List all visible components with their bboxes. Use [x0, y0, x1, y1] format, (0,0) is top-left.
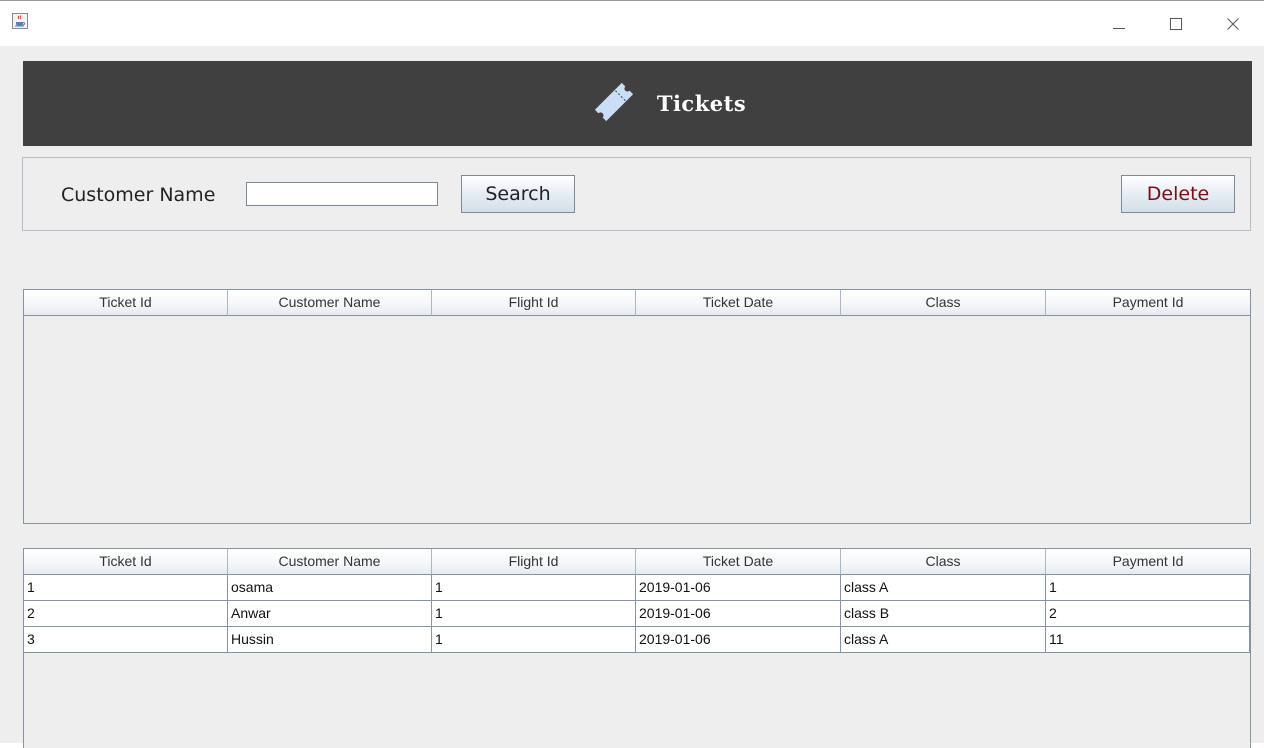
search-panel: Customer Name Search Delete: [22, 157, 1251, 231]
customer-name-input[interactable]: [246, 182, 438, 206]
search-results-table[interactable]: Ticket Id Customer Name Flight Id Ticket…: [23, 289, 1251, 524]
cell-flight-id[interactable]: 1: [432, 601, 636, 627]
column-header-customer-name[interactable]: Customer Name: [228, 549, 432, 575]
column-header-ticket-id[interactable]: Ticket Id: [24, 290, 228, 316]
cell-flight-id[interactable]: 1: [432, 627, 636, 653]
table-row[interactable]: 2 Anwar 1 2019-01-06 class B 2: [24, 601, 1250, 627]
cell-payment-id[interactable]: 11: [1046, 627, 1250, 653]
cell-ticket-id[interactable]: 3: [24, 627, 228, 653]
table-row[interactable]: 1 osama 1 2019-01-06 class A 1: [24, 575, 1250, 601]
cell-customer-name[interactable]: osama: [228, 575, 432, 601]
close-icon: [1227, 18, 1239, 30]
minimize-icon: [1113, 18, 1125, 30]
cell-ticket-date[interactable]: 2019-01-06: [636, 601, 841, 627]
cell-class[interactable]: class A: [841, 627, 1046, 653]
column-header-class[interactable]: Class: [841, 549, 1046, 575]
page-title: Tickets: [656, 91, 747, 116]
header-banner: Tickets: [23, 61, 1252, 146]
cell-payment-id[interactable]: 2: [1046, 601, 1250, 627]
maximize-button[interactable]: [1153, 9, 1199, 39]
column-header-ticket-date[interactable]: Ticket Date: [636, 290, 841, 316]
title-bar[interactable]: [0, 0, 1264, 46]
application-window: Tickets Customer Name Search Delete Tick…: [0, 0, 1264, 748]
cell-payment-id[interactable]: 1: [1046, 575, 1250, 601]
cell-ticket-id[interactable]: 2: [24, 601, 228, 627]
cell-ticket-date[interactable]: 2019-01-06: [636, 575, 841, 601]
table-row[interactable]: 3 Hussin 1 2019-01-06 class A 11: [24, 627, 1250, 653]
minimize-button[interactable]: [1096, 9, 1142, 39]
close-button[interactable]: [1210, 9, 1256, 39]
cell-customer-name[interactable]: Anwar: [228, 601, 432, 627]
cell-customer-name[interactable]: Hussin: [228, 627, 432, 653]
table-header: Ticket Id Customer Name Flight Id Ticket…: [24, 290, 1250, 316]
column-header-ticket-id[interactable]: Ticket Id: [24, 549, 228, 575]
column-header-payment-id[interactable]: Payment Id: [1046, 290, 1250, 316]
table-header: Ticket Id Customer Name Flight Id Ticket…: [24, 549, 1250, 575]
cell-class[interactable]: class A: [841, 575, 1046, 601]
customer-name-label: Customer Name: [61, 184, 216, 206]
client-area: Tickets Customer Name Search Delete Tick…: [0, 46, 1264, 748]
java-cup-icon[interactable]: [12, 13, 28, 29]
column-header-customer-name[interactable]: Customer Name: [228, 290, 432, 316]
ticket-icon: [589, 77, 639, 131]
maximize-icon: [1170, 18, 1182, 30]
column-header-flight-id[interactable]: Flight Id: [432, 549, 636, 575]
cell-ticket-id[interactable]: 1: [24, 575, 228, 601]
delete-button[interactable]: Delete: [1121, 175, 1235, 213]
cell-ticket-date[interactable]: 2019-01-06: [636, 627, 841, 653]
column-header-flight-id[interactable]: Flight Id: [432, 290, 636, 316]
all-tickets-table[interactable]: Ticket Id Customer Name Flight Id Ticket…: [23, 548, 1251, 748]
column-header-ticket-date[interactable]: Ticket Date: [636, 549, 841, 575]
cell-flight-id[interactable]: 1: [432, 575, 636, 601]
column-header-payment-id[interactable]: Payment Id: [1046, 549, 1250, 575]
cell-class[interactable]: class B: [841, 601, 1046, 627]
search-button[interactable]: Search: [461, 175, 575, 213]
column-header-class[interactable]: Class: [841, 290, 1046, 316]
banner-content: Tickets: [589, 77, 746, 131]
